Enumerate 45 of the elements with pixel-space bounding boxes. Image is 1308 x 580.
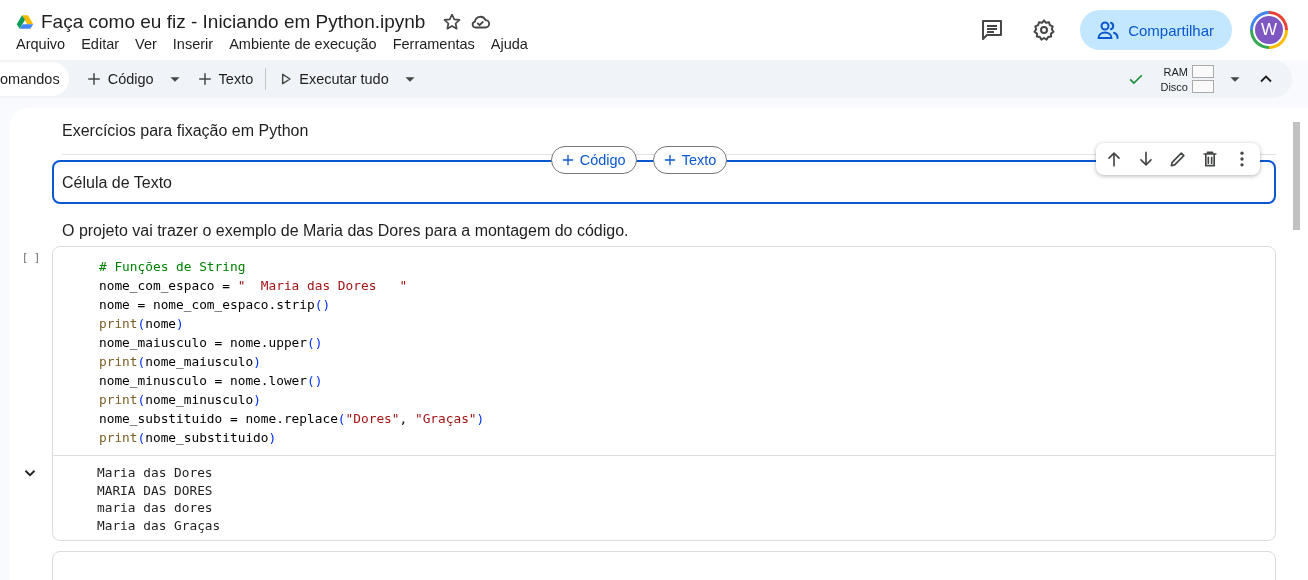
insert-text-button[interactable]: Texto xyxy=(652,146,728,174)
resource-label: RAM xyxy=(1162,65,1188,78)
menu-item[interactable]: Ambiente de execução xyxy=(229,35,377,52)
cell-text: Célula de Texto xyxy=(62,174,172,192)
code-line: print(nome_substituido) xyxy=(99,429,278,447)
code-line: nome = nome_com_espaco.strip() xyxy=(99,296,332,314)
drive-logo-icon xyxy=(16,12,34,31)
code-line: print(nome) xyxy=(99,315,185,333)
pencil-icon[interactable] xyxy=(1168,149,1188,169)
code-line: nome_minusculo = nome.lower() xyxy=(99,372,324,390)
menu-item[interactable]: Inserir xyxy=(172,35,214,52)
resource-label: Disco xyxy=(1160,80,1188,93)
code-line: # Funções de String xyxy=(99,258,247,276)
notebook-title[interactable]: Faça como eu fiz - Iniciando em Python.ipynb xyxy=(41,10,426,33)
code-line: nome_maiusculo = nome.upper() xyxy=(99,334,324,352)
add-text-button[interactable]: Texto xyxy=(189,64,260,94)
menu-item[interactable]: Ajuda xyxy=(490,35,528,52)
commands-button[interactable]: omandos xyxy=(0,62,69,96)
execution-count[interactable]: [ ] xyxy=(21,252,41,551)
resource-meter xyxy=(1192,80,1214,93)
insert-code-button[interactable]: Código xyxy=(550,146,637,174)
resources-indicator[interactable]: RAM Disco xyxy=(1160,65,1214,93)
add-code-button[interactable]: Código xyxy=(78,64,160,94)
cell-text: Exercícios para fixação em Python xyxy=(62,122,309,140)
settings-icon[interactable] xyxy=(1032,18,1057,42)
share-button[interactable]: Compartilhar xyxy=(1080,10,1232,50)
code-line: print(nome_maiusculo) xyxy=(99,353,262,371)
resource-meter xyxy=(1192,65,1214,78)
menu-item[interactable]: Ver xyxy=(135,35,157,52)
menu-item[interactable]: Editar xyxy=(81,35,120,52)
cell-text: O projeto vai trazer o exemplo de Maria das Dores para a montagem do código. xyxy=(62,222,629,240)
avatar[interactable]: W xyxy=(1250,11,1288,49)
menu-item[interactable]: Ferramentas xyxy=(392,35,475,52)
menu-item[interactable]: Arquivo xyxy=(16,35,66,52)
output-line: maria das dores xyxy=(97,499,214,517)
code-line: nome_substituido = nome.replace("Dores", "Graças") xyxy=(99,410,486,428)
code-line: print(nome_minusculo) xyxy=(99,391,262,409)
output-line: MARIA DAS DORES xyxy=(97,481,214,499)
output-line: Maria das Graças xyxy=(97,516,221,534)
code-line: nome_com_espaco = " Maria das Dores " xyxy=(99,277,409,295)
scrollbar-thumb[interactable] xyxy=(1292,122,1300,230)
output-line: Maria das Dores xyxy=(97,464,214,482)
star-icon[interactable] xyxy=(442,11,463,32)
run-all-button[interactable]: Executar tudo xyxy=(272,64,395,94)
comment-icon[interactable] xyxy=(980,18,1005,42)
